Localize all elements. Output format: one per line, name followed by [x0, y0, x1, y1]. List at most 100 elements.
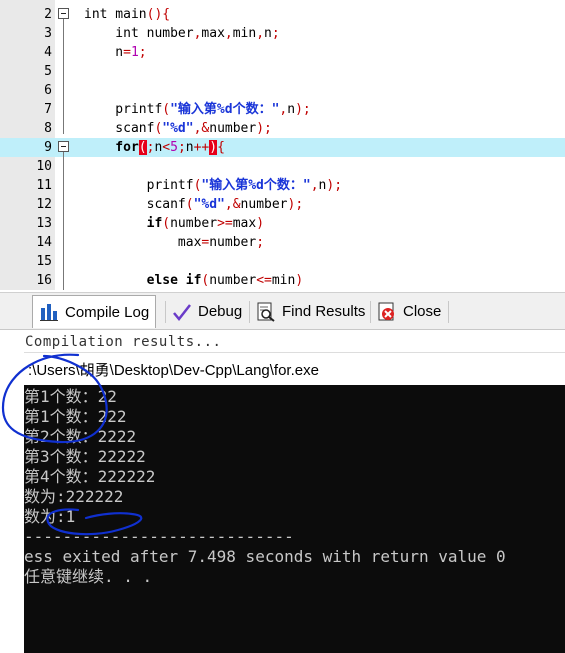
- tab-close[interactable]: Close: [371, 297, 447, 326]
- fold-toggle-icon[interactable]: [58, 8, 69, 19]
- code-line[interactable]: [0, 157, 565, 176]
- console-title: :\Users\胡勇\Desktop\Dev-Cpp\Lang\for.exe: [28, 362, 319, 379]
- compile-log-area: Compilation results...: [0, 330, 565, 352]
- code-token: ;: [138, 45, 147, 60]
- bar-chart-icon: [39, 302, 59, 322]
- line-number: 13: [36, 216, 52, 231]
- line-number: 5: [44, 64, 52, 79]
- code-token: number: [170, 216, 218, 231]
- code-token: (: [162, 102, 171, 117]
- code-token: if: [177, 273, 202, 288]
- line-number: 9: [44, 140, 52, 155]
- code-text: int number,max,min,n;: [84, 24, 280, 43]
- code-token: (){: [146, 7, 171, 22]
- tab-label: Compile Log: [65, 303, 150, 321]
- code-token: 1: [130, 45, 139, 60]
- code-token: ,&: [193, 121, 210, 136]
- code-text: scanf("%d",&number);: [84, 195, 304, 214]
- tab-compile-log[interactable]: Compile Log: [32, 295, 157, 328]
- console-line: 数为:1: [24, 507, 76, 526]
- fold-line: [63, 152, 64, 290]
- code-line[interactable]: [0, 62, 565, 81]
- code-token: number: [240, 197, 288, 212]
- code-token: number: [209, 121, 257, 136]
- code-line[interactable]: [0, 252, 565, 271]
- code-text: int main(){: [84, 5, 170, 24]
- code-token: <=: [256, 273, 272, 288]
- line-number: 15: [36, 254, 52, 269]
- line-number: 11: [36, 178, 52, 193]
- tab-label: Find Results: [282, 303, 366, 320]
- code-text: for(;n<5;n++){: [84, 138, 225, 157]
- code-token: ;: [177, 140, 186, 155]
- line-number: 16: [36, 273, 52, 288]
- code-editor[interactable]: 2 int main(){3 int number,max,min,n; 4 n=1…: [0, 0, 565, 290]
- line-number: 6: [44, 83, 52, 98]
- code-text: max=number;: [84, 233, 264, 252]
- code-token: "%d": [162, 121, 194, 136]
- code-token: if: [84, 216, 163, 231]
- code-token: int: [84, 26, 139, 41]
- fold-toggle-icon[interactable]: [58, 141, 69, 152]
- console-line: 第1个数：222: [24, 407, 127, 426]
- code-token: ,&: [224, 197, 241, 212]
- code-token: number: [138, 26, 194, 41]
- code-line[interactable]: [0, 81, 565, 100]
- code-token: for: [84, 140, 139, 155]
- code-token: min: [232, 26, 257, 41]
- tab-label: Debug: [198, 303, 243, 320]
- console-line: 第4个数：222222: [24, 467, 156, 486]
- line-number: 4: [44, 45, 52, 60]
- console-line: 第2个数：2222: [24, 427, 137, 446]
- code-token: ++: [193, 140, 210, 155]
- code-token: "%d": [193, 197, 225, 212]
- code-token: ,: [310, 178, 319, 193]
- code-token: n: [185, 140, 194, 155]
- code-token: (: [138, 140, 147, 155]
- console-titlebar[interactable]: :\Users\胡勇\Desktop\Dev-Cpp\Lang\for.exe: [24, 352, 565, 386]
- code-token: ): [256, 216, 265, 231]
- tab-find-results[interactable]: Find Results: [250, 297, 371, 326]
- code-token: );: [326, 178, 343, 193]
- code-text: scanf("%d",&number);: [84, 119, 272, 138]
- console-line: ess exited after 7.498 seconds with retu…: [24, 547, 506, 566]
- code-token: (: [185, 197, 194, 212]
- code-token: =: [123, 45, 131, 60]
- tab-debug[interactable]: Debug: [166, 297, 248, 326]
- code-token: ): [295, 273, 304, 288]
- console-line: 第1个数：22: [24, 387, 117, 406]
- code-token: ,: [256, 26, 265, 41]
- line-number: 12: [36, 197, 52, 212]
- code-token: );: [295, 102, 311, 117]
- tab-divider: [448, 301, 449, 323]
- code-token: ;: [256, 235, 265, 250]
- line-number: 2: [44, 7, 52, 22]
- code-token: n: [84, 45, 124, 60]
- console-line: 任意键继续. . .: [24, 567, 153, 586]
- code-token: min: [271, 273, 296, 288]
- code-token: ,: [224, 26, 233, 41]
- code-token: "输入第%d个数：": [170, 102, 280, 117]
- code-token: main: [107, 7, 147, 22]
- code-token: number: [209, 273, 257, 288]
- code-token: ;: [271, 26, 280, 41]
- code-token: );: [287, 197, 304, 212]
- line-number: 7: [44, 102, 52, 117]
- console-line: 数为:222222: [24, 487, 124, 506]
- code-text: printf("输入第%d个数：",n);: [84, 100, 311, 119]
- code-text: else if(number<=min): [84, 271, 304, 290]
- code-token: scanf: [84, 121, 155, 136]
- code-token: number: [209, 235, 257, 250]
- code-token: printf: [84, 178, 194, 193]
- code-text: n=1;: [84, 43, 147, 62]
- code-token: n: [264, 26, 272, 41]
- code-token: printf: [84, 102, 163, 117]
- code-text: if(number>=max): [84, 214, 264, 233]
- line-number: 14: [36, 235, 52, 250]
- code-token: int: [84, 7, 108, 22]
- code-token: <: [162, 140, 171, 155]
- code-token: >=: [217, 216, 233, 231]
- close-icon: [377, 302, 397, 322]
- console-window[interactable]: 第1个数：22 第1个数：222 第2个数：2222 第3个数：22222 第4…: [24, 385, 565, 653]
- code-token: max: [232, 216, 257, 231]
